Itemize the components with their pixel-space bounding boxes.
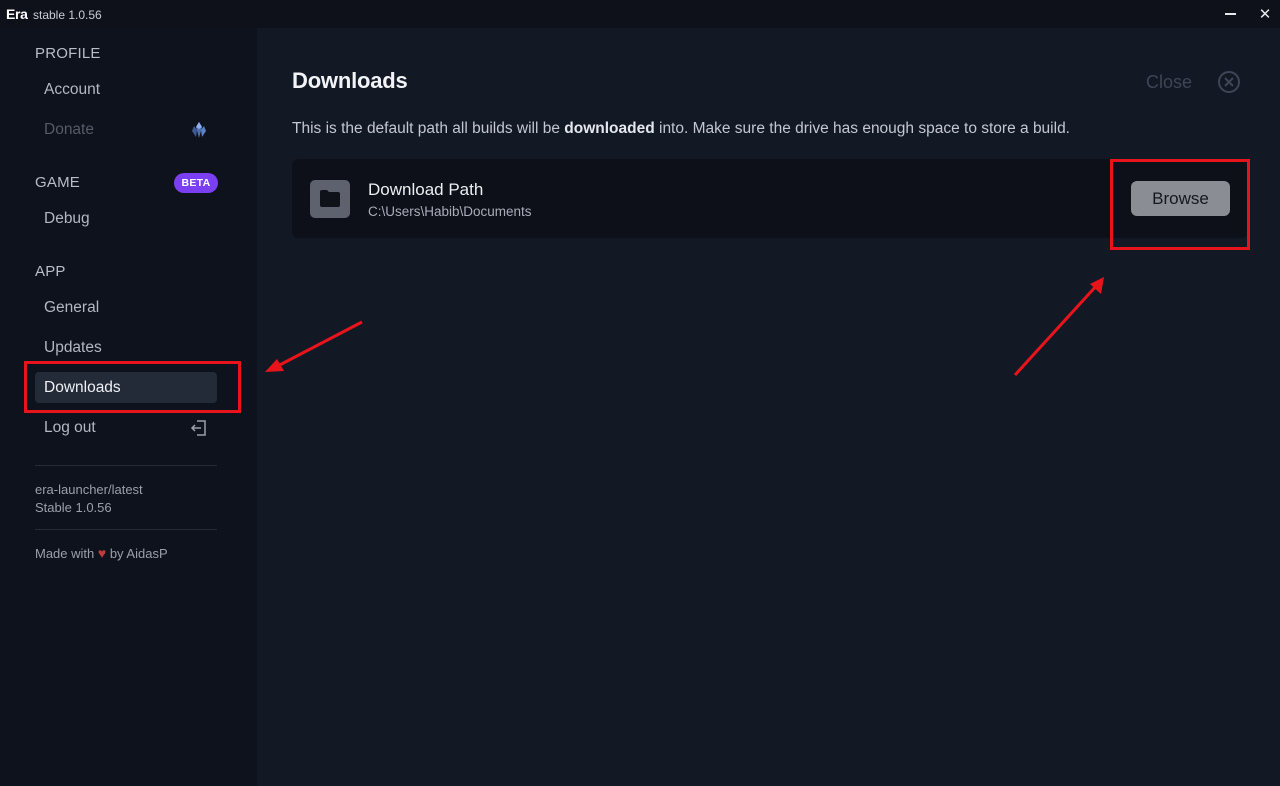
section-title-app: APP bbox=[35, 263, 66, 280]
sidebar-divider bbox=[35, 465, 217, 466]
browse-button[interactable]: Browse bbox=[1131, 181, 1230, 216]
folder-icon bbox=[320, 190, 340, 207]
download-path-value: C:\Users\Habib\Documents bbox=[368, 204, 532, 219]
title-bar: Era stable 1.0.56 ✕ bbox=[0, 0, 1280, 28]
window-close-button[interactable]: ✕ bbox=[1247, 0, 1280, 28]
credit-line: Made with ♥ by AidasP bbox=[35, 545, 168, 561]
description-text: This is the default path all builds will… bbox=[292, 120, 565, 137]
sidebar-item-donate[interactable]: Donate bbox=[35, 114, 217, 145]
close-button[interactable]: Close bbox=[1146, 70, 1240, 94]
sidebar-item-account[interactable]: Account bbox=[35, 74, 217, 105]
sidebar-item-label: Downloads bbox=[44, 378, 121, 396]
build-version: Stable 1.0.56 bbox=[35, 500, 112, 515]
download-path-title: Download Path bbox=[368, 180, 484, 199]
description-bold: downloaded bbox=[564, 120, 655, 137]
sidebar-item-label: Donate bbox=[44, 120, 94, 138]
minimize-icon bbox=[1224, 13, 1236, 15]
description-text: into. Make sure the drive has enough spa… bbox=[654, 120, 1070, 137]
sidebar-item-downloads[interactable]: Downloads bbox=[35, 372, 217, 403]
minimize-button[interactable] bbox=[1212, 0, 1248, 28]
sidebar-item-label: General bbox=[44, 298, 100, 316]
credit-suffix: by AidasP bbox=[109, 546, 168, 561]
build-channel: era-launcher/latest bbox=[35, 482, 143, 497]
close-label: Close bbox=[1146, 71, 1193, 92]
page-title: Downloads bbox=[292, 68, 408, 93]
sidebar: PROFILE Account Donate GAME BETA Debug A… bbox=[0, 28, 257, 786]
crystal-icon bbox=[192, 122, 206, 138]
download-path-card: Download Path C:\Users\Habib\Documents B… bbox=[292, 159, 1248, 238]
sidebar-item-debug[interactable]: Debug bbox=[35, 203, 217, 234]
logout-icon bbox=[190, 420, 206, 436]
close-circle-icon bbox=[1218, 71, 1240, 93]
app-brand: Era bbox=[6, 6, 28, 22]
sidebar-item-label: Log out bbox=[44, 418, 96, 436]
section-title-profile: PROFILE bbox=[35, 45, 101, 62]
sidebar-item-label: Account bbox=[44, 80, 101, 98]
annotation-arrow-right bbox=[1013, 277, 1104, 377]
close-icon: ✕ bbox=[1258, 6, 1272, 23]
sidebar-divider bbox=[35, 529, 217, 530]
sidebar-item-label: Updates bbox=[44, 338, 102, 356]
page-description: This is the default path all builds will… bbox=[292, 120, 1070, 138]
section-title-game: GAME bbox=[35, 174, 80, 191]
sidebar-item-general[interactable]: General bbox=[35, 292, 217, 323]
annotation-arrow-left bbox=[265, 320, 363, 372]
credit-prefix: Made with bbox=[35, 546, 95, 561]
folder-icon-box bbox=[310, 180, 350, 218]
app-version: stable 1.0.56 bbox=[33, 8, 102, 22]
sidebar-item-updates[interactable]: Updates bbox=[35, 332, 217, 363]
beta-badge: BETA bbox=[174, 173, 218, 193]
sidebar-item-logout[interactable]: Log out bbox=[35, 412, 217, 443]
heart-icon: ♥ bbox=[97, 545, 107, 561]
sidebar-item-label: Debug bbox=[44, 209, 90, 227]
